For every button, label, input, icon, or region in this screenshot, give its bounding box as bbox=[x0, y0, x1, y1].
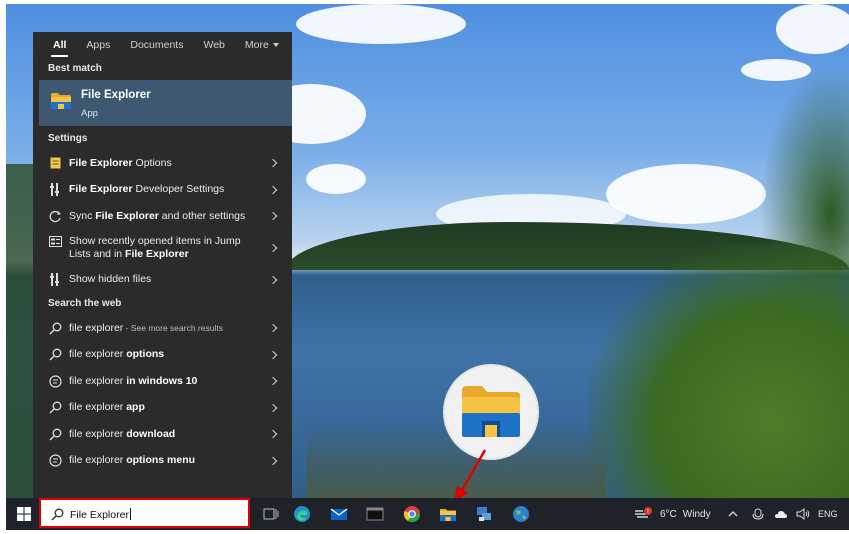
file-explorer-callout bbox=[445, 366, 537, 458]
web-result-see-more[interactable]: file explorer - See more search results bbox=[33, 315, 292, 342]
best-match-title: Best match bbox=[48, 63, 102, 74]
tab-apps[interactable]: Apps bbox=[86, 32, 110, 58]
setting-pre: Sync bbox=[69, 209, 96, 222]
web-pre: file explorer bbox=[69, 427, 127, 440]
chevron-right-icon bbox=[268, 324, 278, 333]
setting-rest: and other settings bbox=[158, 209, 246, 222]
weather-condition: Windy bbox=[682, 508, 711, 520]
file-explorer-icon[interactable] bbox=[439, 505, 457, 523]
text-cursor bbox=[129, 508, 131, 520]
tab-documents[interactable]: Documents bbox=[130, 32, 183, 58]
web-pre: file explorer bbox=[69, 348, 127, 361]
setting-rest: Options bbox=[132, 156, 172, 169]
search-icon bbox=[48, 401, 62, 415]
web-result-app[interactable]: file explorer app bbox=[33, 395, 292, 422]
web-pre: file explorer bbox=[69, 401, 127, 414]
chrome-icon[interactable] bbox=[403, 505, 421, 523]
mail-icon[interactable] bbox=[330, 505, 348, 523]
best-match-name: File Explorer bbox=[81, 89, 151, 101]
web-small: - See more search results bbox=[123, 322, 223, 333]
web-bold: options menu bbox=[126, 454, 196, 467]
svg-text:!: ! bbox=[647, 509, 649, 516]
best-match-type: App bbox=[81, 108, 98, 119]
web-result-icon bbox=[48, 374, 62, 388]
tab-web[interactable]: Web bbox=[203, 32, 224, 58]
search-tabs: All Apps Documents Web More bbox=[33, 32, 292, 58]
web-result-options[interactable]: file explorer options bbox=[33, 342, 292, 369]
setting-bold: File Explorer bbox=[69, 183, 133, 196]
web-pre: file explorer bbox=[69, 454, 127, 467]
web-result-icon bbox=[48, 454, 62, 468]
web-result-download[interactable]: file explorer download bbox=[33, 421, 292, 448]
folder-icon bbox=[462, 386, 520, 437]
setting-file-explorer-options[interactable]: File Explorer Options bbox=[33, 150, 292, 177]
web-bold: in windows 10 bbox=[126, 374, 198, 387]
pointer-arrow bbox=[454, 449, 487, 502]
task-view-icon[interactable] bbox=[262, 505, 280, 523]
taskbar-search-box[interactable]: File Explorer bbox=[39, 498, 250, 528]
search-input-value[interactable]: File Explorer bbox=[70, 509, 129, 521]
weather-temp: 6°C bbox=[660, 508, 677, 520]
setting-show-hidden-files[interactable]: Show hidden files bbox=[33, 267, 292, 294]
terminal-icon[interactable] bbox=[366, 505, 384, 523]
chevron-up-icon[interactable] bbox=[728, 509, 738, 519]
search-icon bbox=[51, 508, 64, 521]
web-bold: download bbox=[126, 427, 176, 440]
setting-bold: File Explorer bbox=[95, 209, 159, 222]
chevron-right-icon bbox=[268, 212, 278, 221]
setting-developer-settings[interactable]: File Explorer Developer Settings bbox=[33, 177, 292, 204]
settings-title: Settings bbox=[48, 133, 88, 144]
chevron-right-icon bbox=[268, 185, 278, 194]
system-tray: ENG bbox=[728, 498, 838, 530]
search-icon bbox=[48, 427, 62, 441]
onedrive-cloud-icon[interactable] bbox=[774, 510, 787, 519]
weather-widget[interactable]: ! 6°C Windy bbox=[634, 498, 711, 530]
web-bold: app bbox=[126, 401, 145, 414]
chevron-down-icon bbox=[272, 43, 279, 47]
setting-jump-lists[interactable]: Show recently opened items in Jump Lists… bbox=[33, 230, 292, 267]
developer-settings-icon bbox=[48, 183, 62, 197]
web-result-options-menu[interactable]: file explorer options menu bbox=[33, 448, 292, 475]
tab-more-label: More bbox=[244, 39, 269, 51]
chevron-right-icon bbox=[268, 243, 278, 253]
search-panel: All Apps Documents Web More Best match F… bbox=[33, 32, 292, 498]
taskbar: File Explorer ! 6°C Windy ENG bbox=[6, 498, 849, 530]
web-result-windows-10[interactable]: file explorer in windows 10 bbox=[33, 368, 292, 395]
meet-now-icon[interactable] bbox=[752, 508, 764, 520]
best-match-item[interactable]: File Explorer App bbox=[39, 80, 292, 126]
web-pre: file explorer bbox=[69, 321, 124, 334]
network-app-icon[interactable] bbox=[475, 505, 493, 523]
volume-icon[interactable] bbox=[796, 508, 810, 520]
chevron-right-icon bbox=[268, 456, 278, 465]
tab-all[interactable]: All bbox=[50, 32, 69, 58]
setting-bold: File Explorer bbox=[125, 248, 189, 260]
language-indicator[interactable]: ENG bbox=[818, 509, 838, 519]
edge-icon[interactable] bbox=[293, 505, 311, 523]
options-icon bbox=[48, 156, 62, 170]
chevron-right-icon bbox=[268, 377, 278, 386]
chevron-right-icon bbox=[268, 350, 278, 359]
jump-list-icon bbox=[48, 235, 62, 249]
setting-sync[interactable]: Sync File Explorer and other settings bbox=[33, 203, 292, 230]
chevron-right-icon bbox=[268, 159, 278, 168]
chevron-right-icon bbox=[268, 275, 278, 284]
search-web-title: Search the web bbox=[48, 298, 122, 309]
setting-pre: Show hidden files bbox=[69, 273, 152, 286]
search-icon bbox=[48, 348, 62, 362]
web-bold: options bbox=[126, 348, 165, 361]
web-pre: file explorer bbox=[69, 374, 127, 387]
developer-settings-icon bbox=[48, 273, 62, 287]
chevron-right-icon bbox=[268, 430, 278, 439]
sync-icon bbox=[48, 209, 62, 223]
setting-rest: Developer Settings bbox=[132, 183, 225, 196]
chevron-right-icon bbox=[268, 403, 278, 412]
globe-icon[interactable] bbox=[512, 505, 530, 523]
tab-more[interactable]: More bbox=[245, 32, 279, 58]
folder-icon bbox=[51, 93, 71, 109]
search-icon bbox=[48, 321, 62, 335]
weather-alert-icon: ! bbox=[635, 507, 652, 518]
windows-start-icon[interactable] bbox=[17, 507, 31, 521]
setting-bold: File Explorer bbox=[69, 156, 133, 169]
